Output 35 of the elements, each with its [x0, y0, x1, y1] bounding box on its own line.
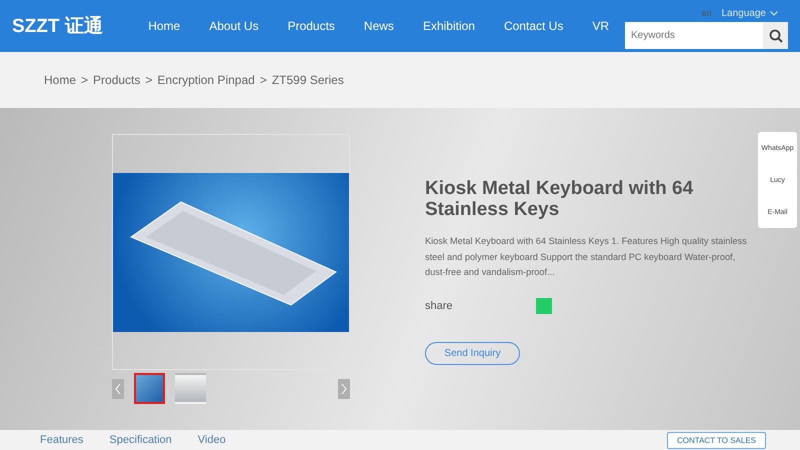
language-selector[interactable]: Language [722, 8, 778, 18]
tab[interactable]: Video [198, 434, 226, 446]
nav-link[interactable]: Products [274, 19, 351, 33]
nav-link[interactable]: Exhibition [410, 19, 491, 33]
product-description: Kiosk Metal Keyboard with 64 Stainless Keys 1. Features High quality stainless steel and polymer keyboard Support the standard PC keyboard Water-proof, dust-free and vandalism-proof... [425, 235, 748, 279]
nav-link[interactable]: Home [135, 19, 196, 33]
chevron-down-icon [770, 10, 778, 16]
contact-sales-button[interactable]: CONTACT TO SALES [667, 432, 766, 448]
breadcrumb-link[interactable]: ZT599 Series [272, 73, 344, 87]
next-button[interactable] [338, 378, 350, 398]
send-inquiry-button[interactable]: Send Inquiry [425, 342, 520, 364]
tab[interactable]: Features [40, 434, 84, 446]
thumbnail[interactable] [134, 373, 165, 404]
breadcrumb-link[interactable]: Products [93, 73, 140, 87]
breadcrumb-link[interactable]: Home [44, 73, 76, 87]
breadcrumb-separator: > [145, 73, 152, 87]
nav-link[interactable]: VR [579, 19, 625, 33]
nav-link[interactable]: About Us [196, 19, 275, 33]
site-logo[interactable]: SZZT 证通 [12, 13, 120, 39]
breadcrumb-separator: > [260, 73, 267, 87]
search-icon [768, 28, 782, 42]
language-code: en [701, 8, 712, 18]
breadcrumb-separator: > [81, 73, 88, 87]
chevron-left-icon [115, 382, 121, 394]
tab[interactable]: Specification [109, 434, 172, 446]
search-button[interactable] [763, 22, 788, 49]
share-label: share [425, 300, 454, 312]
nav-link[interactable]: News [350, 19, 410, 33]
thumbnail[interactable] [175, 373, 206, 404]
product-title: Kiosk Metal Keyboard with 64 Stainless Keys [425, 178, 694, 220]
nav-link[interactable]: Contact Us [490, 19, 580, 33]
chevron-right-icon [341, 382, 347, 394]
breadcrumb-link[interactable]: Encryption Pinpad [157, 73, 255, 87]
share-button[interactable] [536, 298, 552, 314]
previous-button[interactable] [112, 378, 124, 398]
